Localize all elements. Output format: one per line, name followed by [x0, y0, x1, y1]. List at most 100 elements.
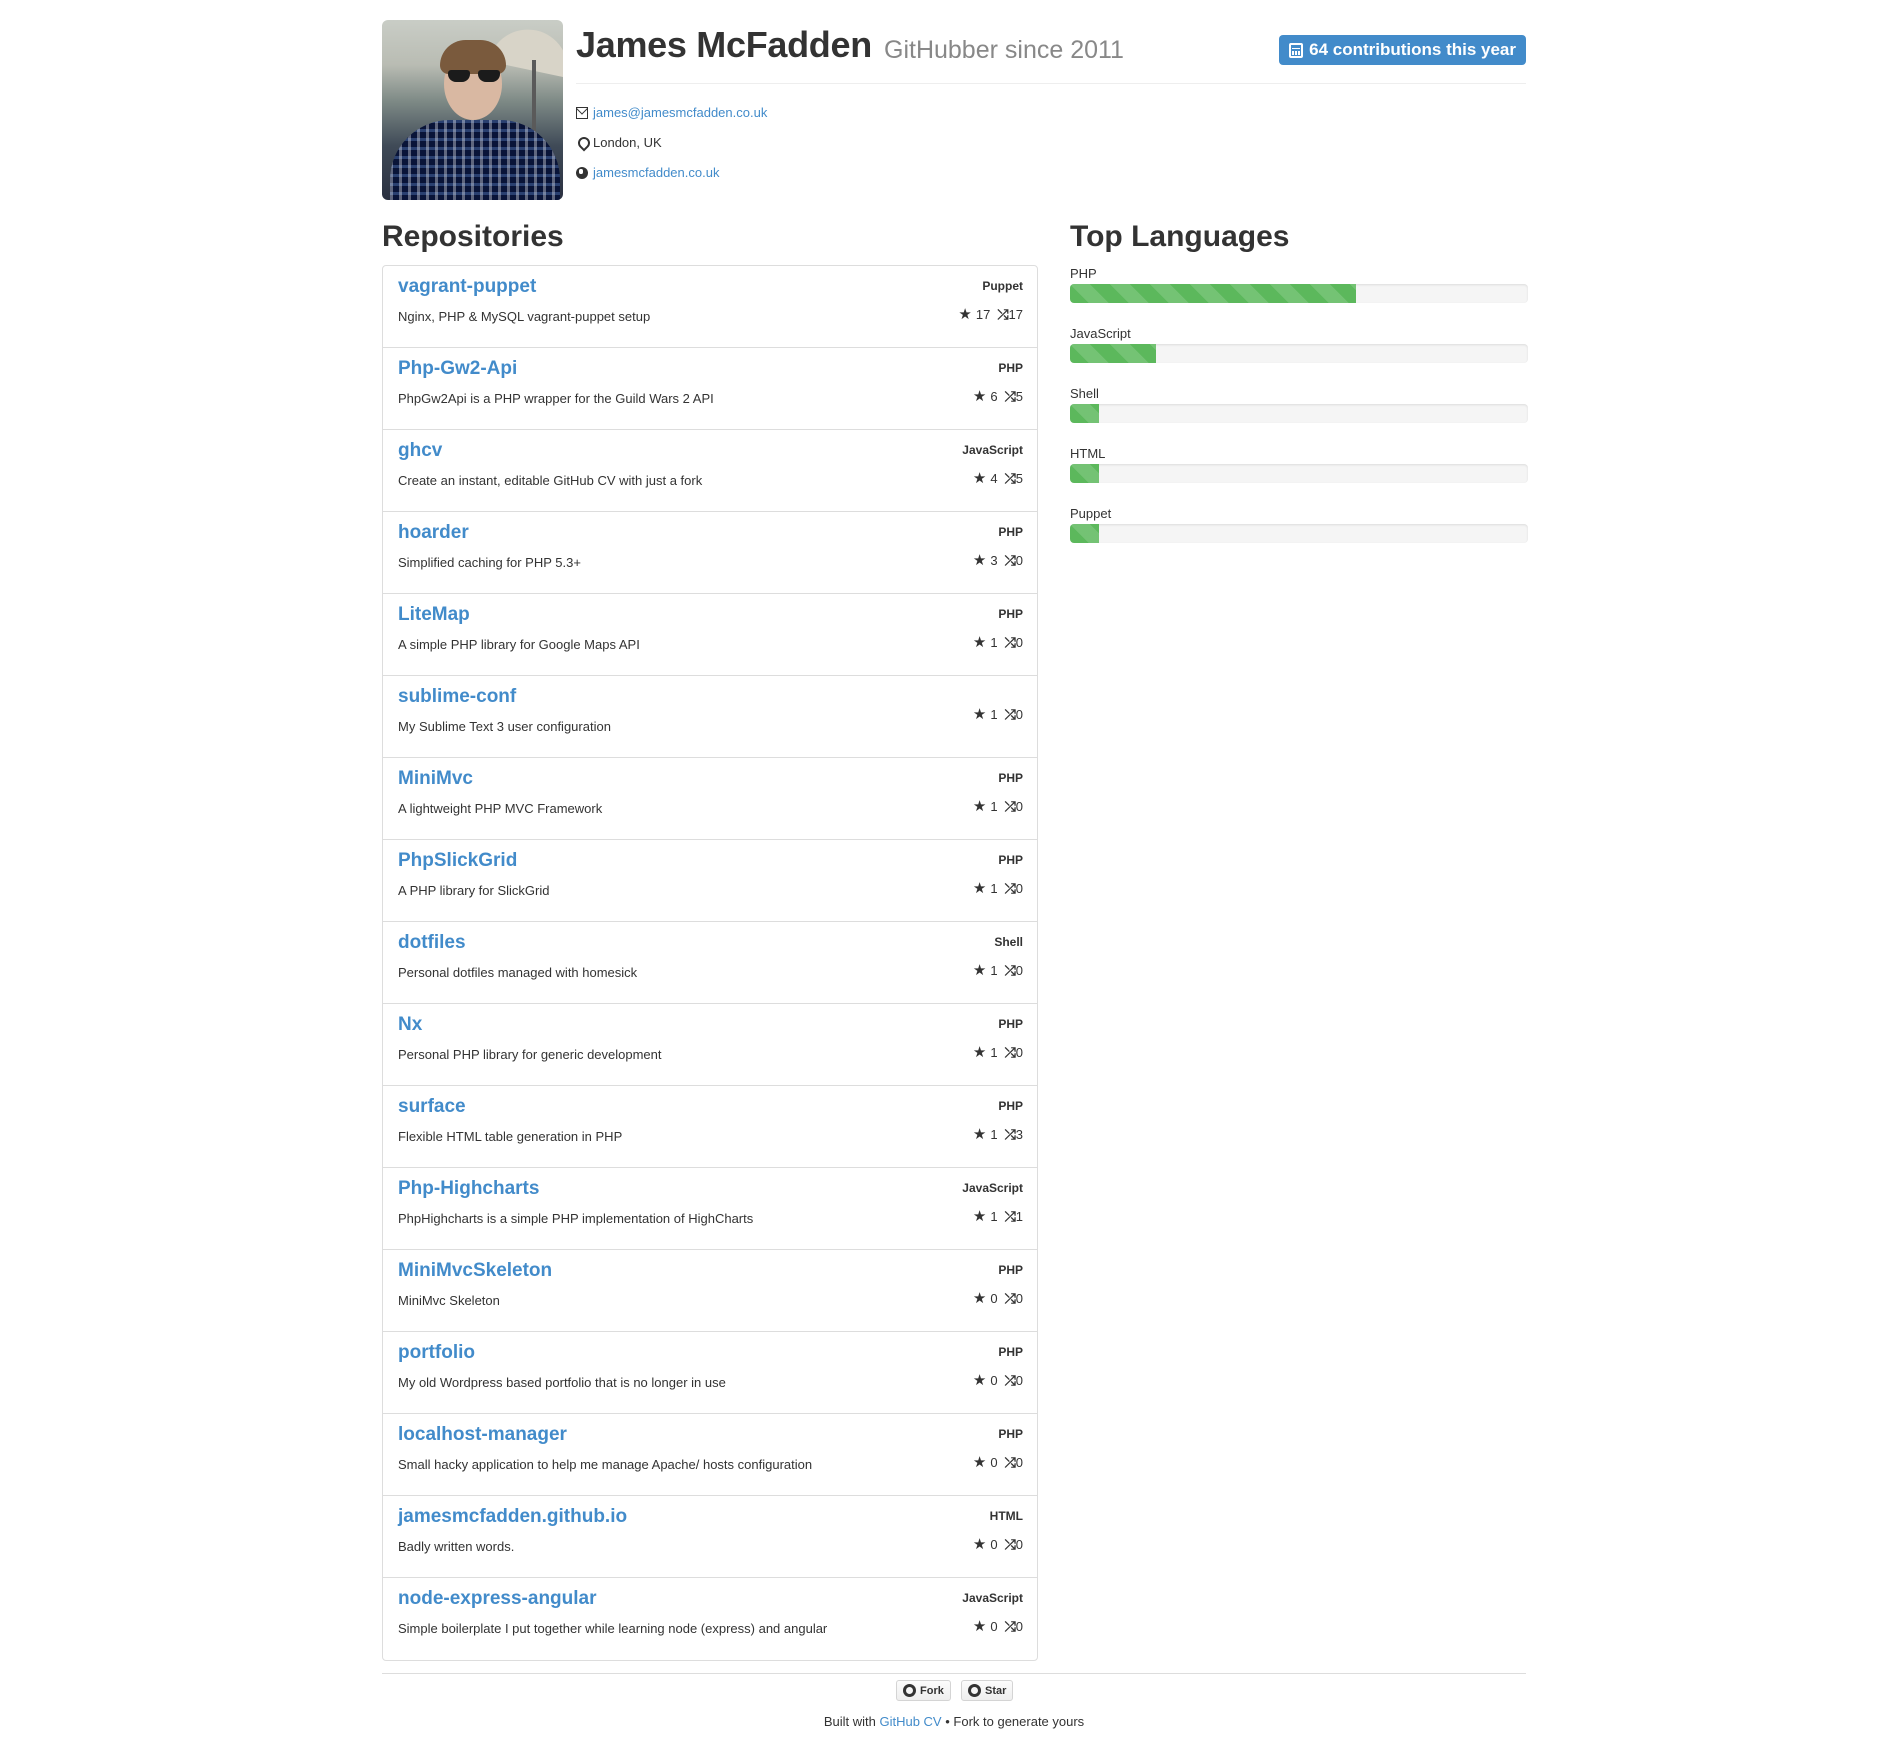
repository-stats: ★ 1 ⤮ 0 [972, 797, 1023, 816]
repository-row: surface Flexible HTML table generation in… [383, 1086, 1037, 1168]
repository-language: PHP [998, 1263, 1023, 1277]
repository-row: MiniMvcSkeleton MiniMvc Skeleton PHP ★ 0 ⤮ 0 [383, 1250, 1037, 1332]
calendar-icon [1289, 42, 1304, 58]
repository-name-link[interactable]: Nx [398, 1014, 422, 1036]
repository-language: PHP [998, 607, 1023, 621]
fork-icon: ⤮ [1004, 1289, 1016, 1306]
website-link[interactable]: jamesmcfadden.co.uk [593, 165, 719, 180]
repository-name-link[interactable]: LiteMap [398, 604, 470, 626]
repository-name-link[interactable]: dotfiles [398, 932, 466, 954]
repository-description: My old Wordpress based portfolio that is… [398, 1375, 726, 1390]
fork-icon: ⤮ [1004, 961, 1016, 978]
repository-name-link[interactable]: Php-Highcharts [398, 1178, 539, 1200]
star-icon: ★ [972, 1372, 987, 1389]
email-row: james@jamesmcfadden.co.uk [576, 105, 767, 120]
star-icon: ★ [972, 962, 987, 979]
github-cv-link[interactable]: GitHub CV [879, 1714, 941, 1729]
repository-language: Puppet [982, 279, 1023, 293]
repository-row: node-express-angular Simple boilerplate I… [383, 1578, 1037, 1660]
repository-stats: ★ 17 ⤮ 17 [958, 305, 1023, 324]
fork-count: 5 [1015, 470, 1023, 486]
repository-name-link[interactable]: sublime-conf [398, 686, 516, 708]
repository-name-link[interactable]: node-express-angular [398, 1588, 597, 1610]
star-icon: ★ [958, 306, 972, 323]
repository-row: hoarder Simplified caching for PHP 5.3+ PH… [383, 512, 1037, 594]
repository-name-link[interactable]: PhpSlickGrid [398, 850, 517, 872]
language-progress-fill [1070, 464, 1099, 483]
repository-description: Nginx, PHP & MySQL vagrant-puppet setup [398, 309, 651, 324]
repository-stats: ★ 1 ⤮ 3 [973, 1125, 1023, 1144]
website-row: jamesmcfadden.co.uk [576, 165, 719, 180]
fork-icon: ⤮ [1004, 633, 1016, 650]
fork-count: 0 [1015, 1536, 1023, 1552]
globe-icon [576, 166, 588, 179]
repository-name-link[interactable]: localhost-manager [398, 1424, 567, 1446]
star-icon: ★ [972, 1290, 987, 1307]
repository-stats: ★ 6 ⤮ 5 [973, 387, 1023, 406]
contributions-badge[interactable]: 64 contributions this year [1279, 35, 1526, 65]
repository-name-link[interactable]: MiniMvcSkeleton [398, 1260, 552, 1282]
email-link[interactable]: james@jamesmcfadden.co.uk [593, 105, 767, 120]
repository-description: My Sublime Text 3 user configuration [398, 719, 611, 734]
repository-language: JavaScript [962, 1591, 1023, 1605]
language-progress-bar [1070, 524, 1528, 543]
repository-name-link[interactable]: MiniMvc [398, 768, 473, 790]
fork-count: 1 [1015, 1208, 1023, 1224]
repository-stats: ★ 1 ⤮ 0 [973, 879, 1023, 898]
repository-language: PHP [998, 1427, 1023, 1441]
repository-name-link[interactable]: ghcv [398, 440, 442, 462]
github-star-button[interactable]: Star [961, 1680, 1014, 1701]
fork-count: 3 [1015, 1126, 1023, 1142]
star-count: 0 [990, 1618, 998, 1634]
star-count: 17 [975, 306, 991, 322]
language-progress-fill [1070, 344, 1157, 363]
footer-tagline: • Fork to generate yours [945, 1714, 1085, 1729]
repository-stats: ★ 0 ⤮ 0 [973, 1453, 1023, 1472]
fork-icon: ⤮ [1004, 387, 1016, 404]
repository-description: Create an instant, editable GitHub CV wi… [398, 473, 703, 488]
repository-row: Php-Highcharts PhpHighcharts is a simple … [383, 1168, 1037, 1250]
repository-name-link[interactable]: hoarder [398, 522, 469, 544]
repository-stats: ★ 1 ⤮ 1 [973, 1207, 1023, 1226]
location-text: London, UK [593, 135, 662, 150]
language-progress-fill [1070, 404, 1099, 423]
repository-language: PHP [998, 771, 1023, 785]
footer-divider [382, 1673, 1526, 1674]
language-progress-bar [1070, 344, 1528, 363]
repository-description: A PHP library for SlickGrid [398, 883, 550, 898]
repository-name-link[interactable]: surface [398, 1096, 466, 1118]
contributions-label: 64 contributions this year [1309, 40, 1516, 59]
star-icon: ★ [972, 706, 987, 723]
language-progress-fill [1070, 524, 1099, 543]
repositories-heading: Repositories [382, 220, 564, 253]
star-icon: ★ [972, 470, 987, 487]
repository-row: LiteMap A simple PHP library for Google M… [383, 594, 1037, 676]
star-count: 1 [990, 634, 998, 650]
repository-stats: ★ 0 ⤮ 0 [972, 1371, 1023, 1390]
repository-description: PhpHighcharts is a simple PHP implementa… [398, 1211, 754, 1226]
language-name: PHP [1070, 266, 1097, 281]
repository-list: vagrant-puppet Nginx, PHP & MySQL vagrant… [382, 265, 1038, 1661]
top-languages-heading: Top Languages [1070, 220, 1290, 253]
repository-language: PHP [998, 1099, 1023, 1113]
repository-stats: ★ 1 ⤮ 0 [972, 705, 1023, 724]
language-name: JavaScript [1070, 326, 1131, 341]
map-marker-icon [576, 137, 588, 149]
fork-icon: ⤮ [1004, 469, 1016, 486]
repository-name-link[interactable]: jamesmcfadden.github.io [398, 1506, 627, 1528]
fork-count: 0 [1015, 552, 1023, 568]
githubber-since: GitHubber since 2011 [884, 36, 1124, 64]
repository-row: MiniMvc A lightweight PHP MVC Framework PH… [383, 758, 1037, 840]
language-item: PHP [1070, 266, 1528, 303]
fork-count: 0 [1015, 706, 1023, 722]
repository-row: Php-Gw2-Api PhpGw2Api is a PHP wrapper fo… [383, 348, 1037, 430]
repository-name-link[interactable]: vagrant-puppet [398, 276, 536, 298]
repository-name-link[interactable]: Php-Gw2-Api [398, 358, 517, 380]
fork-button-label: Fork [920, 1684, 944, 1697]
github-fork-button[interactable]: Fork [896, 1680, 951, 1701]
repository-language: PHP [998, 525, 1023, 539]
star-count: 3 [990, 552, 998, 568]
repository-row: localhost-manager Small hacky application… [383, 1414, 1037, 1496]
repository-name-link[interactable]: portfolio [398, 1342, 475, 1364]
star-icon: ★ [972, 798, 987, 815]
